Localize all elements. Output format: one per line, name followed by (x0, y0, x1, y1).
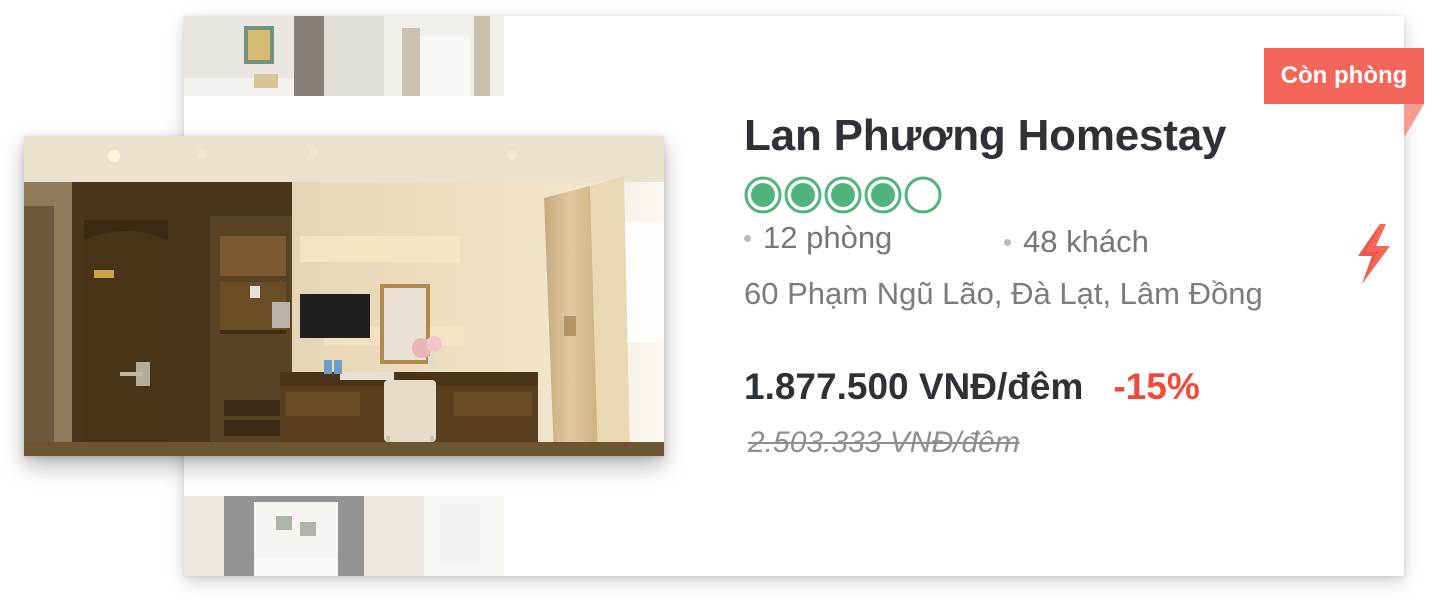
bullet-icon (744, 234, 751, 242)
lightning-bolt-icon (1358, 224, 1390, 284)
room-count: 12 phòng (744, 220, 892, 256)
listing-stage: Lan Phương Homestay 12 phòng 48 khách 60… (0, 0, 1448, 608)
original-price: 2.503.333 VNĐ/đêm (748, 426, 1020, 459)
guest-count: 48 khách (1004, 224, 1149, 260)
discount-badge: -15% (1113, 366, 1200, 407)
listing-info: Lan Phương Homestay 12 phòng 48 khách 60… (744, 108, 1344, 460)
circle-rating-icon (864, 176, 902, 214)
main-room-photo[interactable] (24, 136, 664, 456)
next-photo-thumbnail[interactable] (184, 496, 504, 576)
guest-count-text: 48 khách (1023, 224, 1149, 259)
rating-circles (744, 176, 1344, 214)
circle-rating-empty-icon (904, 176, 942, 214)
circle-rating-icon (744, 176, 782, 214)
ribbon-fold (1404, 104, 1424, 138)
availability-ribbon: Còn phòng (1264, 48, 1424, 104)
current-price: 1.877.500 VNĐ/đêm (744, 366, 1084, 407)
price-row: 1.877.500 VNĐ/đêm -15% (744, 366, 1344, 408)
circle-rating-icon (824, 176, 862, 214)
room-count-text: 12 phòng (763, 220, 893, 255)
bullet-icon (1004, 238, 1011, 246)
circle-rating-icon (784, 176, 822, 214)
listing-stats: 12 phòng 48 khách (744, 220, 1344, 264)
previous-photo-thumbnail[interactable] (184, 16, 504, 96)
listing-address: 60 Phạm Ngũ Lão, Đà Lạt, Lâm Đồng (744, 276, 1263, 311)
listing-title[interactable]: Lan Phương Homestay (744, 108, 1344, 164)
